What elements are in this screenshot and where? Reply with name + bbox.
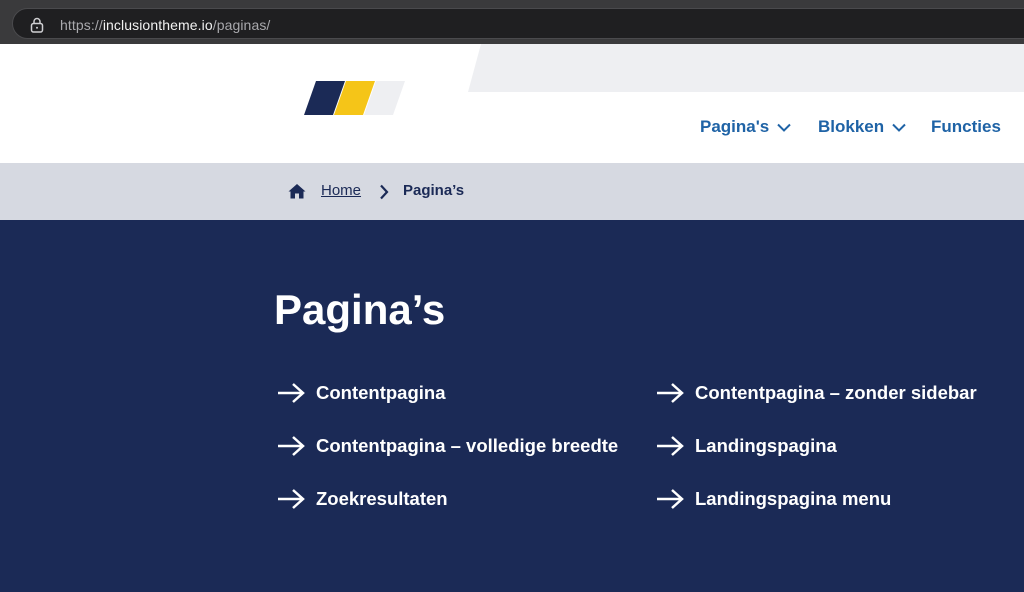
breadcrumb-home-link[interactable]: Home xyxy=(321,182,361,199)
url-prefix: https:// xyxy=(60,17,103,33)
url-path: /paginas/ xyxy=(212,17,271,33)
link-label: Contentpagina – zonder sidebar xyxy=(695,382,977,403)
arrow-right-icon xyxy=(278,383,305,403)
link-label: Landingspagina menu xyxy=(695,488,892,509)
home-icon[interactable] xyxy=(288,183,306,199)
link-contentpagina-volledige-breedte[interactable]: Contentpagina – volledige breedte xyxy=(276,435,618,457)
chevron-down-icon xyxy=(777,123,791,132)
link-label: Contentpagina xyxy=(316,382,446,403)
link-label: Zoekresultaten xyxy=(316,488,448,509)
nav-item-label: Blokken xyxy=(818,117,885,136)
main-navigation: Pagina's Blokken Functies xyxy=(0,44,1024,163)
nav-item-paginas[interactable]: Pagina's xyxy=(700,117,791,137)
link-landingspagina-menu[interactable]: Landingspagina menu xyxy=(655,488,891,510)
nav-item-blokken[interactable]: Blokken xyxy=(818,117,906,137)
browser-toolbar: https://inclusiontheme.io/paginas/ xyxy=(0,0,1024,44)
chevron-down-icon xyxy=(892,123,906,132)
chevron-right-icon xyxy=(380,184,389,200)
breadcrumb-current: Pagina’s xyxy=(403,182,465,199)
nav-item-label: Functies xyxy=(931,117,1001,136)
nav-item-functies[interactable]: Functies xyxy=(931,117,1001,137)
lock-icon xyxy=(30,17,44,33)
nav-item-label: Pagina's xyxy=(700,117,770,136)
url-text[interactable]: https://inclusiontheme.io/paginas/ xyxy=(60,17,270,33)
arrow-right-icon xyxy=(657,436,684,456)
site-header: Pagina's Blokken Functies xyxy=(0,44,1024,163)
arrow-right-icon xyxy=(657,489,684,509)
arrow-right-icon xyxy=(278,436,305,456)
page-title: Pagina’s xyxy=(274,286,446,333)
link-landingspagina[interactable]: Landingspagina xyxy=(655,435,837,457)
arrow-right-icon xyxy=(657,383,684,403)
address-bar[interactable]: https://inclusiontheme.io/paginas/ xyxy=(12,8,1024,39)
breadcrumb: Home Pagina’s xyxy=(0,163,1024,220)
arrow-right-icon xyxy=(278,489,305,509)
link-contentpagina[interactable]: Contentpagina xyxy=(276,382,446,404)
url-host: inclusiontheme.io xyxy=(102,17,213,33)
main-content: Pagina’s Contentpagina Contentpagina – z… xyxy=(0,220,1024,592)
link-label: Landingspagina xyxy=(695,435,837,456)
link-zoekresultaten[interactable]: Zoekresultaten xyxy=(276,488,448,510)
link-contentpagina-zonder-sidebar[interactable]: Contentpagina – zonder sidebar xyxy=(655,382,977,404)
link-label: Contentpagina – volledige breedte xyxy=(316,435,619,456)
